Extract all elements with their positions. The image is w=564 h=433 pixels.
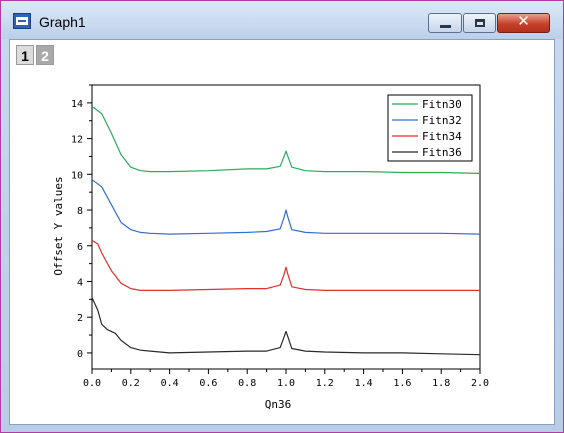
series-line-fitn36 (91, 297, 481, 356)
graph-window-icon[interactable] (13, 13, 31, 29)
x-tick-label: 0.8 (238, 378, 256, 389)
y-tick-label: 2 (77, 313, 83, 324)
series-line-fitn34 (91, 239, 480, 291)
y-tick-label: 10 (71, 170, 83, 181)
x-axis-label: Qn36 (265, 398, 292, 411)
y-tick-label: 6 (77, 242, 83, 253)
x-tick-label: 0.4 (161, 378, 179, 389)
x-tick-label: 1.6 (393, 378, 411, 389)
x-tick-label: 1.0 (277, 378, 295, 389)
legend-entry: Fitn32 (422, 114, 462, 127)
y-tick-label: 8 (77, 206, 83, 217)
close-icon: ✕ (517, 12, 530, 30)
y-tick-label: 0 (77, 349, 83, 360)
minimize-button[interactable] (428, 13, 462, 33)
maximize-button[interactable] (463, 13, 496, 33)
y-tick-label: 4 (77, 277, 83, 288)
line-chart[interactable]: 0.0 0.2 0.4 0.6 0.8 1.0 1.2 1.4 1.6 1.8 2.0 0 2 4 6 8 10… (10, 40, 554, 424)
y-tick-label: 14 (71, 99, 83, 110)
y-tick-label: 12 (71, 135, 83, 146)
x-tick-label: 2.0 (471, 378, 489, 389)
legend-entry: Fitn34 (422, 130, 462, 143)
legend-entry: Fitn36 (422, 146, 462, 159)
x-tick-label: 0.2 (122, 378, 140, 389)
y-axis-label: Offset Y values (52, 176, 65, 275)
x-tick-label: 1.4 (355, 378, 373, 389)
title-bar[interactable]: Graph1 ✕ (1, 1, 563, 39)
graph-page[interactable]: 1 2 0.0 0.2 0.4 0.6 0.8 1.0 1.2 1.4 1.6 1.8 2.0 0 2 4… (9, 39, 555, 425)
x-tick-label: 1.2 (316, 378, 334, 389)
window-title: Graph1 (39, 14, 86, 30)
maximize-icon (475, 19, 485, 27)
close-button[interactable]: ✕ (497, 12, 550, 33)
legend-entry: Fitn30 (422, 98, 462, 111)
series-line-fitn32 (91, 179, 481, 235)
x-tick-label: 1.8 (432, 378, 450, 389)
x-tick-label: 0.6 (199, 378, 217, 389)
x-tick-label: 0.0 (83, 378, 101, 389)
minimize-icon (440, 25, 451, 28)
graph-window: Graph1 ✕ 1 2 0.0 0.2 0.4 0.6 0.8 1.0 1.2 1.4 1.6… (0, 0, 564, 433)
